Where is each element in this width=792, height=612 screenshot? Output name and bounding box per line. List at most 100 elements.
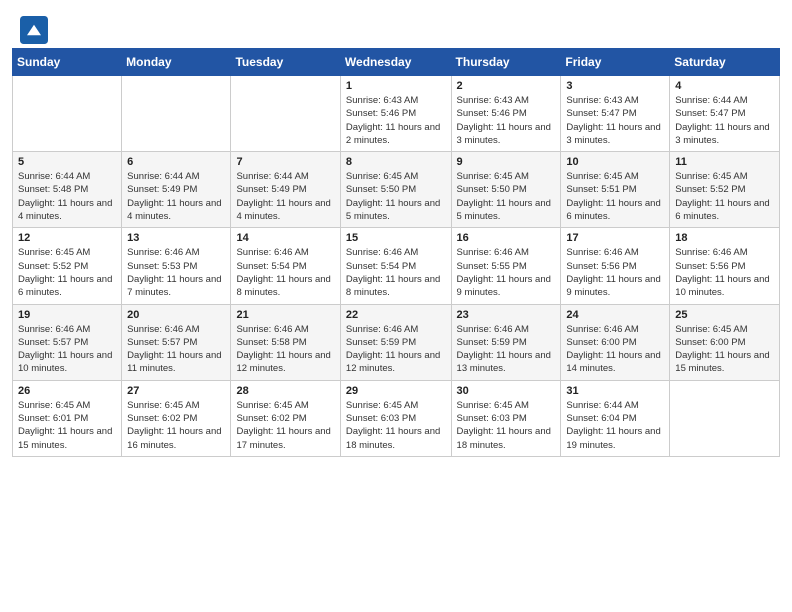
day-cell: 21Sunrise: 6:46 AM Sunset: 5:58 PM Dayli… [231,304,340,380]
day-cell: 6 Sunrise: 6:44 AM Sunset: 5:49 PM Daylig… [122,152,231,228]
day-number: 12 [18,232,116,244]
day-number: 9 [457,156,556,168]
day-info: Sunrise: 6:44 AM Sunset: 5:49 PM Dayligh… [127,170,225,223]
day-cell: 5 Sunrise: 6:44 AM Sunset: 5:48 PM Daylig… [13,152,122,228]
day-info: Sunrise: 6:44 AM Sunset: 5:49 PM Dayligh… [236,170,334,223]
day-number: 15 [346,232,446,244]
day-number: 30 [457,385,556,397]
calendar-table: SundayMondayTuesdayWednesdayThursdayFrid… [12,48,780,457]
day-number: 21 [236,309,334,321]
day-number: 8 [346,156,446,168]
day-cell: 27 Sunrise: 6:45 AM Sunset: 6:02 PM Dayli… [122,380,231,456]
day-cell: 25 Sunrise: 6:45 AM Sunset: 6:00 PM Dayli… [670,304,780,380]
day-cell [13,76,122,152]
day-cell: 23 Sunrise: 6:46 AM Sunset: 5:59 PM Dayli… [451,304,561,380]
day-cell: 3 Sunrise: 6:43 AM Sunset: 5:47 PM Daylig… [561,76,670,152]
week-row: 1 Sunrise: 6:43 AM Sunset: 5:46 PM Daylig… [13,76,780,152]
day-cell: 29 Sunrise: 6:45 AM Sunset: 6:03 PM Dayli… [340,380,451,456]
day-cell: 26 Sunrise: 6:45 AM Sunset: 6:01 PM Dayli… [13,380,122,456]
day-info: Sunrise: 6:45 AM Sunset: 6:03 PM Dayligh… [457,399,556,452]
day-info: Sunrise: 6:45 AM Sunset: 5:50 PM Dayligh… [346,170,446,223]
day-number: 29 [346,385,446,397]
day-cell: 30 Sunrise: 6:45 AM Sunset: 6:03 PM Dayli… [451,380,561,456]
day-number: 1 [346,80,446,92]
day-number: 18 [675,232,774,244]
day-cell: 20 Sunrise: 6:46 AM Sunset: 5:57 PM Dayli… [122,304,231,380]
day-number: 14 [236,232,334,244]
day-info: Sunrise: 6:46 AM Sunset: 6:00 PM Dayligh… [566,323,664,376]
day-number: 22 [346,309,446,321]
day-cell: 14 Sunrise: 6:46 AM Sunset: 5:54 PM Dayli… [231,228,340,304]
day-info: Sunrise: 6:44 AM Sunset: 5:47 PM Dayligh… [675,94,774,147]
day-number: 24 [566,309,664,321]
day-info: Sunrise: 6:45 AM Sunset: 5:52 PM Dayligh… [675,170,774,223]
day-info: Sunrise: 6:45 AM Sunset: 6:00 PM Dayligh… [675,323,774,376]
day-cell [670,380,780,456]
page-header [0,0,792,48]
day-cell: 8 Sunrise: 6:45 AM Sunset: 5:50 PM Daylig… [340,152,451,228]
day-info: Sunrise: 6:45 AM Sunset: 5:51 PM Dayligh… [566,170,664,223]
day-info: Sunrise: 6:45 AM Sunset: 6:02 PM Dayligh… [236,399,334,452]
day-number: 13 [127,232,225,244]
day-info: Sunrise: 6:46 AM Sunset: 5:57 PM Dayligh… [127,323,225,376]
weekday-tuesday: Tuesday [231,49,340,76]
day-cell: 7 Sunrise: 6:44 AM Sunset: 5:49 PM Daylig… [231,152,340,228]
weekday-header-row: SundayMondayTuesdayWednesdayThursdayFrid… [13,49,780,76]
day-number: 16 [457,232,556,244]
day-info: Sunrise: 6:46 AM Sunset: 5:59 PM Dayligh… [346,323,446,376]
day-cell: 2Sunrise: 6:43 AM Sunset: 5:46 PM Daylig… [451,76,561,152]
day-info: Sunrise: 6:46 AM Sunset: 5:54 PM Dayligh… [346,246,446,299]
day-info: Sunrise: 6:46 AM Sunset: 5:59 PM Dayligh… [457,323,556,376]
weekday-monday: Monday [122,49,231,76]
day-info: Sunrise: 6:45 AM Sunset: 6:03 PM Dayligh… [346,399,446,452]
day-cell: 16 Sunrise: 6:46 AM Sunset: 5:55 PM Dayli… [451,228,561,304]
day-info: Sunrise: 6:43 AM Sunset: 5:46 PM Dayligh… [457,94,556,147]
day-info: Sunrise: 6:46 AM Sunset: 5:54 PM Dayligh… [236,246,334,299]
weekday-friday: Friday [561,49,670,76]
day-number: 5 [18,156,116,168]
day-info: Sunrise: 6:46 AM Sunset: 5:56 PM Dayligh… [566,246,664,299]
day-number: 17 [566,232,664,244]
weekday-wednesday: Wednesday [340,49,451,76]
day-number: 19 [18,309,116,321]
day-number: 4 [675,80,774,92]
weekday-thursday: Thursday [451,49,561,76]
week-row: 26 Sunrise: 6:45 AM Sunset: 6:01 PM Dayli… [13,380,780,456]
day-cell: 12 Sunrise: 6:45 AM Sunset: 5:52 PM Dayli… [13,228,122,304]
day-info: Sunrise: 6:45 AM Sunset: 6:02 PM Dayligh… [127,399,225,452]
day-info: Sunrise: 6:46 AM Sunset: 5:53 PM Dayligh… [127,246,225,299]
day-info: Sunrise: 6:45 AM Sunset: 5:50 PM Dayligh… [457,170,556,223]
day-cell: 13 Sunrise: 6:46 AM Sunset: 5:53 PM Dayli… [122,228,231,304]
day-cell: 31Sunrise: 6:44 AM Sunset: 6:04 PM Dayli… [561,380,670,456]
day-cell: 1Sunrise: 6:43 AM Sunset: 5:46 PM Daylig… [340,76,451,152]
day-info: Sunrise: 6:46 AM Sunset: 5:56 PM Dayligh… [675,246,774,299]
day-info: Sunrise: 6:44 AM Sunset: 5:48 PM Dayligh… [18,170,116,223]
day-info: Sunrise: 6:46 AM Sunset: 5:55 PM Dayligh… [457,246,556,299]
day-number: 27 [127,385,225,397]
day-cell: 15 Sunrise: 6:46 AM Sunset: 5:54 PM Dayli… [340,228,451,304]
day-number: 25 [675,309,774,321]
day-info: Sunrise: 6:45 AM Sunset: 6:01 PM Dayligh… [18,399,116,452]
day-number: 11 [675,156,774,168]
day-number: 28 [236,385,334,397]
weekday-saturday: Saturday [670,49,780,76]
day-cell: 10 Sunrise: 6:45 AM Sunset: 5:51 PM Dayli… [561,152,670,228]
day-cell: 28 Sunrise: 6:45 AM Sunset: 6:02 PM Dayli… [231,380,340,456]
day-number: 26 [18,385,116,397]
day-info: Sunrise: 6:46 AM Sunset: 5:57 PM Dayligh… [18,323,116,376]
day-number: 6 [127,156,225,168]
day-number: 20 [127,309,225,321]
day-cell: 17 Sunrise: 6:46 AM Sunset: 5:56 PM Dayli… [561,228,670,304]
day-cell [122,76,231,152]
week-row: 12 Sunrise: 6:45 AM Sunset: 5:52 PM Dayli… [13,228,780,304]
day-number: 3 [566,80,664,92]
day-cell: 9 Sunrise: 6:45 AM Sunset: 5:50 PM Daylig… [451,152,561,228]
day-info: Sunrise: 6:45 AM Sunset: 5:52 PM Dayligh… [18,246,116,299]
logo-icon [20,16,48,44]
day-cell: 22 Sunrise: 6:46 AM Sunset: 5:59 PM Dayli… [340,304,451,380]
day-info: Sunrise: 6:43 AM Sunset: 5:47 PM Dayligh… [566,94,664,147]
day-number: 7 [236,156,334,168]
day-number: 10 [566,156,664,168]
day-cell: 19 Sunrise: 6:46 AM Sunset: 5:57 PM Dayli… [13,304,122,380]
day-number: 23 [457,309,556,321]
